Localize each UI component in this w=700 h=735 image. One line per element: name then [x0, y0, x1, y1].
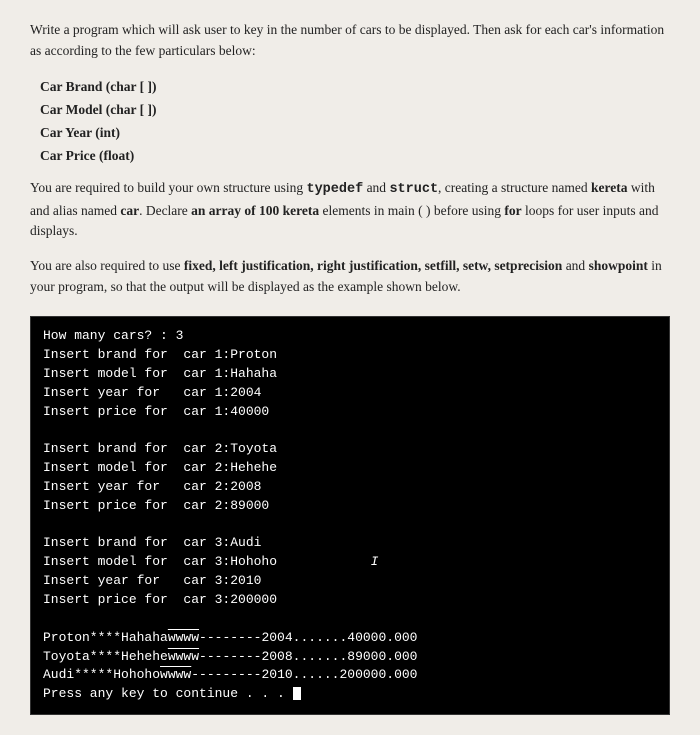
terminal-block: How many cars? : 3 Insert brand for car … [30, 316, 670, 715]
paragraph3-text: You are also required to use fixed, left… [30, 256, 670, 298]
terminal-cursor [293, 687, 301, 700]
page-container: Write a program which will ask user to k… [30, 20, 670, 715]
car-fields-list: Car Brand (char [ ]) Car Model (char [ ]… [40, 76, 670, 168]
paragraph2-text: You are required to build your own struc… [30, 178, 670, 243]
list-item: Car Model (char [ ]) [40, 99, 670, 122]
list-item: Car Price (float) [40, 145, 670, 168]
paragraph2-block: You are required to build your own struc… [30, 178, 670, 243]
paragraph3-block: You are also required to use fixed, left… [30, 256, 670, 298]
terminal-line-1: How many cars? : 3 Insert brand for car … [43, 328, 418, 701]
list-item: Car Brand (char [ ]) [40, 76, 670, 99]
intro-text: Write a program which will ask user to k… [30, 20, 670, 62]
cursor-i: I [371, 554, 379, 569]
list-item: Car Year (int) [40, 122, 670, 145]
intro-paragraph: Write a program which will ask user to k… [30, 20, 670, 62]
